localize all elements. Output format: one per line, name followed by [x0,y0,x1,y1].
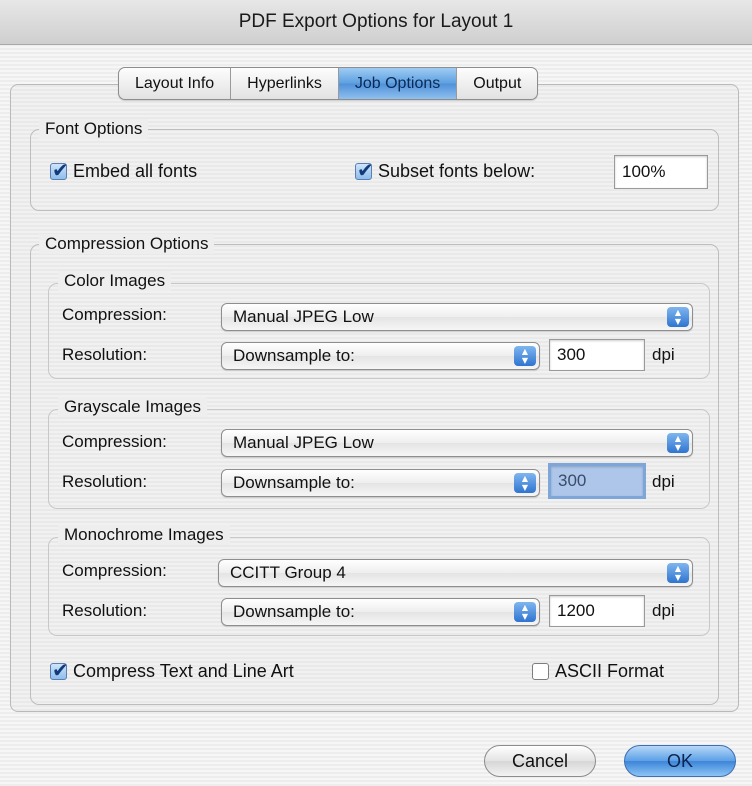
color-resolution-value: Downsample to: [233,346,355,365]
window-title: PDF Export Options for Layout 1 [0,0,752,45]
monochrome-dpi-unit: dpi [652,601,675,620]
font-options-title: Font Options [39,119,149,139]
color-compression-value: Manual JPEG Low [233,307,374,326]
grayscale-images-title: Grayscale Images [58,397,207,417]
embed-all-fonts-label: Embed all fonts [73,161,198,181]
checkmark-icon [355,158,374,182]
tab-hyperlinks[interactable]: Hyperlinks [231,68,339,99]
grayscale-compression-value: Manual JPEG Low [233,433,374,452]
color-resolution-label: Resolution: [62,345,148,364]
ascii-format-label: ASCII Format [555,661,665,681]
up-down-arrows-icon: ▲ ▼ [514,346,536,366]
up-down-arrows-icon: ▲ ▼ [667,307,689,327]
color-compression-label: Compression: [62,305,167,324]
up-down-arrows-icon: ▲ ▼ [514,602,536,622]
tab-output[interactable]: Output [457,68,537,99]
grayscale-dpi-unit: dpi [652,472,675,491]
monochrome-compression-select[interactable]: CCITT Group 4 ▲ ▼ [218,559,693,587]
subset-fonts-label: Subset fonts below: [378,161,536,181]
monochrome-resolution-select[interactable]: Downsample to: ▲ ▼ [221,598,540,626]
grayscale-compression-select[interactable]: Manual JPEG Low ▲ ▼ [221,429,693,457]
monochrome-dpi-field[interactable]: 1200 [549,595,645,627]
color-images-title: Color Images [58,271,172,291]
compress-text-checkbox[interactable]: Compress Text and Line Art [50,658,294,682]
checkbox-icon [532,663,549,680]
grayscale-dpi-field[interactable]: 300 [548,463,646,499]
tab-job-options[interactable]: Job Options [338,68,458,99]
tab-bar: Layout Info Hyperlinks Job Options Outpu… [118,67,539,100]
ascii-format-checkbox[interactable]: ASCII Format [532,661,664,682]
embed-all-fonts-checkbox[interactable]: Embed all fonts [50,158,198,182]
color-dpi-field[interactable]: 300 [549,339,645,371]
compression-options-title: Compression Options [39,234,215,254]
monochrome-resolution-label: Resolution: [62,601,148,620]
subset-fonts-checkbox[interactable]: Subset fonts below: [355,158,536,182]
color-resolution-select[interactable]: Downsample to: ▲ ▼ [221,342,540,370]
monochrome-resolution-value: Downsample to: [233,602,355,621]
up-down-arrows-icon: ▲ ▼ [667,433,689,453]
checkmark-icon [50,158,69,182]
color-dpi-unit: dpi [652,345,675,364]
monochrome-images-title: Monochrome Images [58,525,230,545]
grayscale-resolution-value: Downsample to: [233,473,355,492]
ok-button[interactable]: OK [624,745,736,777]
tab-layout-info[interactable]: Layout Info [119,68,232,99]
color-compression-select[interactable]: Manual JPEG Low ▲ ▼ [221,303,693,331]
up-down-arrows-icon: ▲ ▼ [514,473,536,493]
monochrome-compression-label: Compression: [62,561,167,580]
checkmark-icon [50,658,69,682]
compress-text-label: Compress Text and Line Art [73,661,294,681]
grayscale-resolution-select[interactable]: Downsample to: ▲ ▼ [221,469,540,497]
monochrome-compression-value: CCITT Group 4 [230,563,346,582]
grayscale-compression-label: Compression: [62,432,167,451]
up-down-arrows-icon: ▲ ▼ [667,563,689,583]
grayscale-resolution-label: Resolution: [62,472,148,491]
subset-percent-field[interactable]: 100% [614,155,708,189]
cancel-button[interactable]: Cancel [484,745,596,777]
